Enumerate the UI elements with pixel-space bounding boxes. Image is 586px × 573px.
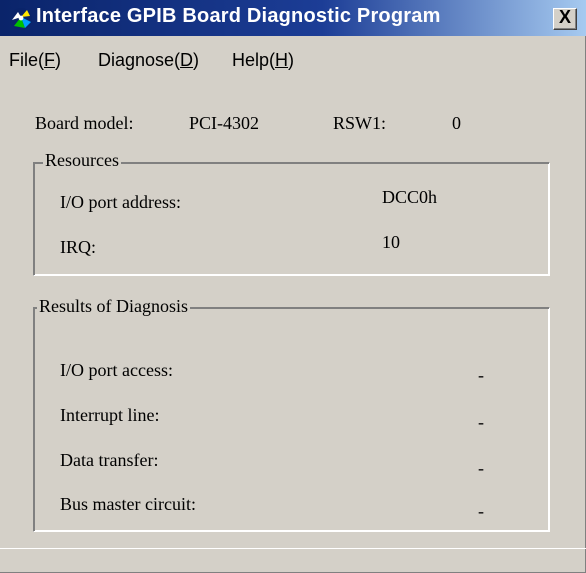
irq-value: 10 [382,232,400,252]
main-window: Interface GPIB Board Diagnostic Program … [0,0,586,573]
title-bar[interactable]: Interface GPIB Board Diagnostic Program … [0,0,586,36]
result-label-data-transfer: Data transfer: [60,450,159,470]
resources-group-title: Resources [43,150,121,171]
result-label-io-port-access: I/O port access: [60,360,173,380]
board-model-value: PCI-4302 [189,113,260,133]
irq-label: IRQ: [60,237,96,257]
result-label-interrupt-line: Interrupt line: [60,405,160,425]
results-group-title: Results of Diagnosis [37,296,191,317]
resources-group [33,162,550,276]
menu-bar: File(F) Diagnose(D) Help(H) [0,50,586,78]
menu-file-label: File( [9,50,44,70]
menu-help[interactable]: Help(H) [232,50,294,71]
rsw1-value: 0 [452,113,461,133]
result-value-data-transfer: - [478,458,484,478]
gpib-program-icon [10,8,32,30]
menu-help-accel: H [275,50,289,70]
window-bottom-divider [0,548,586,549]
rsw1-label: RSW1: [333,113,387,133]
menu-diagnose-label: Diagnose( [98,50,181,70]
board-model-label: Board model: [35,113,134,133]
menu-file-accel: F [44,50,55,70]
result-value-interrupt-line: - [478,412,484,432]
window-title: Interface GPIB Board Diagnostic Program [36,5,441,27]
close-icon: X [558,7,571,27]
menu-file-close: ) [55,50,61,70]
io-port-address-value: DCC0h [382,187,438,207]
close-button[interactable]: X [553,7,577,30]
result-label-bus-master-circuit: Bus master circuit: [60,494,196,514]
menu-help-label: Help( [232,50,276,70]
menu-diagnose-accel: D [180,50,194,70]
menu-diagnose[interactable]: Diagnose(D) [98,50,199,71]
menu-diagnose-close: ) [193,50,200,70]
menu-file[interactable]: File(F) [9,50,61,71]
result-value-bus-master-circuit: - [478,501,484,521]
result-value-io-port-access: - [478,365,484,385]
menu-help-close: ) [288,50,295,70]
io-port-address-label: I/O port address: [60,192,181,212]
